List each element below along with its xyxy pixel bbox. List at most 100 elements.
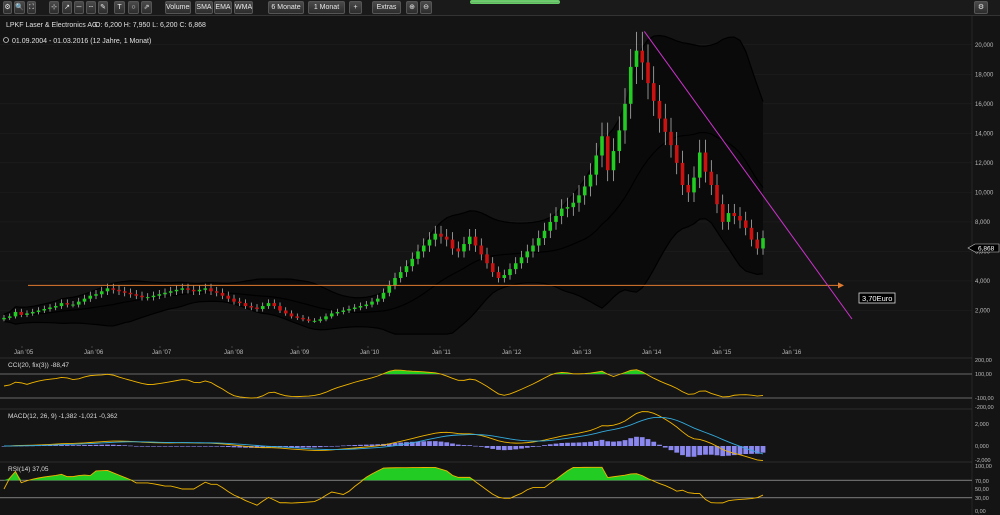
- macd-histogram-bar: [202, 446, 208, 447]
- time-tick: Jan '07: [152, 350, 172, 356]
- macd-histogram-bar: [294, 446, 300, 448]
- text-tool-icon[interactable]: T: [114, 1, 125, 14]
- macd-histogram-bar: [427, 441, 432, 446]
- macd-histogram-bar: [225, 446, 231, 448]
- dotted-line-tool-icon[interactable]: ┄: [86, 1, 96, 14]
- time-tick: Jan '06: [84, 350, 104, 356]
- price-tick: 14,000: [975, 131, 994, 137]
- macd-histogram-bar: [450, 443, 455, 446]
- macd-histogram-bar: [82, 445, 87, 446]
- macd-histogram-bar: [70, 445, 76, 446]
- rsi-tick: 100,00: [975, 464, 992, 470]
- extras-button[interactable]: Extras: [372, 1, 401, 14]
- ema-button[interactable]: EMA: [214, 1, 232, 14]
- settings-icon[interactable]: ⚙: [974, 1, 988, 14]
- sma-button[interactable]: SMA: [195, 1, 213, 14]
- instrument-name: LPKF Laser & Electronics AG: [6, 22, 97, 29]
- macd-histogram-bar: [760, 446, 766, 453]
- macd-histogram-bar: [455, 444, 461, 446]
- macd-histogram-bar: [680, 446, 685, 456]
- macd-histogram-bar: [369, 444, 375, 446]
- macd-histogram-bar: [346, 445, 352, 446]
- macd-histogram-bar: [358, 444, 363, 446]
- time-tick: Jan '08: [224, 350, 244, 356]
- macd-histogram-bar: [490, 446, 496, 449]
- macd-histogram-bar: [352, 445, 358, 446]
- zoom-in-icon[interactable]: ⊕: [406, 1, 418, 14]
- cursor-tool-icon[interactable]: ⊹: [49, 1, 59, 14]
- macd-histogram-bar: [151, 446, 156, 447]
- macd-histogram-bar: [553, 443, 559, 446]
- macd-histogram-bar: [657, 444, 662, 446]
- macd-histogram-bar: [467, 445, 473, 446]
- price-tick: 12,000: [975, 161, 994, 167]
- pen-tool-icon[interactable]: ✎: [98, 1, 108, 14]
- gear-icon[interactable]: ⚙: [3, 1, 12, 14]
- time-tick: Jan '16: [782, 350, 802, 356]
- macd-histogram-bar: [473, 445, 478, 447]
- current-price-text: 6,868: [978, 246, 995, 253]
- macd-histogram-bar: [668, 446, 674, 451]
- cci-tick: 100,00: [975, 372, 992, 378]
- macd-title: MACD(12, 26, 9) -1,382 -1,021 -0,362: [8, 413, 118, 420]
- chart-area[interactable]: 20,000 18,000 16,000 14,000 12,000 10,000 8,00…: [0, 16, 1000, 515]
- zoom-out-icon[interactable]: ⊖: [420, 1, 432, 14]
- time-tick: Jan '09: [290, 350, 310, 356]
- macd-histogram-bar: [743, 446, 749, 455]
- macd-histogram-bar: [174, 446, 179, 447]
- macd-histogram-bar: [312, 446, 317, 448]
- macd-histogram-bar: [582, 442, 588, 446]
- macd-histogram-bar: [513, 446, 519, 450]
- macd-histogram-bar: [185, 446, 191, 447]
- period-select[interactable]: 6 Monate: [268, 1, 304, 14]
- hline-tool-icon[interactable]: ─: [74, 1, 84, 14]
- macd-histogram-bar: [501, 446, 507, 451]
- line-tool-icon[interactable]: ↗: [62, 1, 72, 14]
- macd-histogram-bar: [438, 441, 444, 446]
- macd-histogram-bar: [93, 444, 99, 446]
- macd-histogram-bar: [363, 444, 369, 446]
- price-tick: 16,000: [975, 102, 994, 108]
- macd-histogram-bar: [478, 446, 484, 447]
- macd-histogram-bar: [122, 445, 128, 446]
- price-tick: 20,000: [975, 43, 994, 49]
- macd-histogram-bar: [639, 437, 645, 446]
- arrow-tool-icon[interactable]: ⇗: [141, 1, 152, 14]
- time-tick: Jan '14: [642, 350, 662, 356]
- price-tick: 8,000: [975, 220, 991, 226]
- time-tick: Jan '11: [432, 350, 451, 356]
- circle-tool-icon[interactable]: ○: [128, 1, 139, 14]
- cci-tick: -100,00: [975, 396, 994, 402]
- rsi-title: RSI(14) 37,05: [8, 466, 49, 473]
- macd-histogram-bar: [329, 446, 335, 447]
- add-button[interactable]: +: [349, 1, 362, 14]
- wma-button[interactable]: WMA: [234, 1, 253, 14]
- macd-histogram-bar: [536, 446, 542, 447]
- price-tick: 4,000: [975, 279, 991, 285]
- macd-histogram-bar: [593, 440, 599, 446]
- macd-histogram-bar: [634, 436, 639, 446]
- macd-histogram-bar: [507, 446, 513, 450]
- macd-histogram-bar: [662, 446, 668, 448]
- macd-histogram-bar: [300, 446, 306, 448]
- toolbar: ⚙ 🔍 ⛶ ⊹ ↗ ─ ┄ ✎ T ○ ⇗ Volumen SMA EMA WMA 6 Monate 1 Mon…: [0, 0, 1000, 16]
- volume-button[interactable]: Volumen: [165, 1, 191, 14]
- zoom-icon[interactable]: 🔍: [14, 1, 25, 14]
- macd-histogram-bar: [128, 445, 133, 447]
- macd-histogram-bar: [645, 439, 651, 446]
- time-tick: Jan '05: [14, 350, 34, 356]
- macd-histogram-bar: [64, 445, 70, 446]
- macd-histogram-bar: [496, 446, 501, 450]
- macd-tick: 0,000: [975, 444, 989, 450]
- macd-histogram-bar: [110, 444, 116, 446]
- interval-select[interactable]: 1 Monat: [308, 1, 345, 14]
- time-tick: Jan '13: [572, 350, 592, 356]
- macd-histogram-bar: [559, 442, 565, 446]
- progress-tab[interactable]: [470, 0, 560, 4]
- macd-histogram-bar: [599, 439, 605, 446]
- fit-icon[interactable]: ⛶: [27, 1, 36, 14]
- annotation-label[interactable]: 3,70Euro: [858, 292, 896, 304]
- cci-tick: 200,00: [975, 358, 992, 364]
- macd-histogram-bar: [444, 442, 450, 446]
- macd-histogram-bar: [168, 446, 174, 447]
